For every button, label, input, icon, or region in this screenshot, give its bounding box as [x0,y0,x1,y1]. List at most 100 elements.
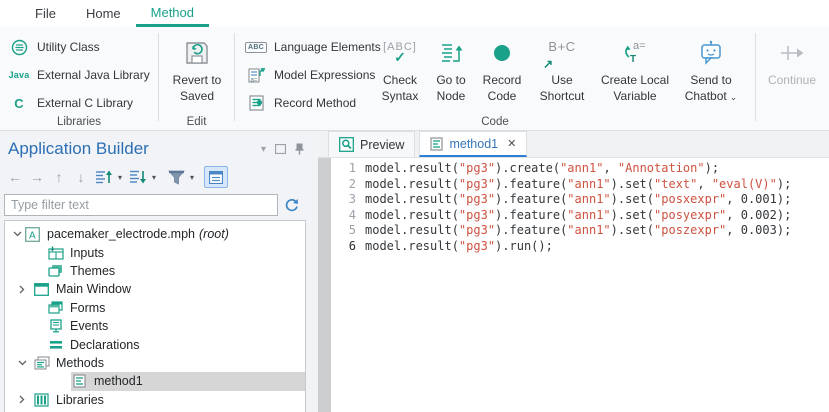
chatbot-icon [698,33,724,73]
panel-float-icon[interactable] [275,144,286,154]
send-to-chatbot-label: Send to Chatbot⌄ [678,73,744,104]
panel-menu-chevron-icon[interactable]: ▾ [261,144,266,155]
events-icon [47,319,64,333]
tree-item-label: Methods [56,356,104,370]
filter-input[interactable] [4,194,278,216]
code-editor[interactable]: 1model.result("pg3").create("ann1", "Ann… [318,158,829,412]
move-down-button[interactable]: ↓ [72,169,90,185]
ribbon-group-code: ABC Language Elements a= Model Expressio… [235,27,755,131]
continue-label: Continue [768,73,816,89]
create-local-variable-button[interactable]: a=T Create Local Variable [591,33,679,125]
line-number: 6 [331,239,365,255]
external-c-library-button[interactable]: C External C Library [8,91,133,115]
tree-item-method1[interactable]: method1 [5,372,305,390]
go-to-node-label: Go to Node [428,73,474,104]
model-tree: A pacemaker_electrode.mph (root) Inputs [4,220,306,412]
method-editor-panel: Preview method1 ✕ 1model.result("pg3").c… [318,131,829,412]
filter-button[interactable] [168,170,185,185]
revert-to-saved-button[interactable]: Revert to Saved [171,33,223,125]
line-number: 4 [331,208,365,224]
tree-item-label: pacemaker_electrode.mph [47,227,195,241]
send-to-chatbot-button[interactable]: Send to Chatbot⌄ [678,33,744,125]
language-elements-button[interactable]: ABC Language Elements [245,35,381,59]
svg-text:a=: a= [633,40,646,52]
chevron-collapsed-icon[interactable] [15,285,29,294]
tree-item-themes[interactable]: Themes [5,262,305,280]
line-number: 1 [331,161,365,177]
svg-text:A: A [29,230,36,241]
utility-class-icon [8,39,30,56]
go-to-node-icon [439,33,463,73]
expand-list-button[interactable] [94,169,113,185]
tree-item-suffix: (root) [199,227,229,241]
declarations-icon [47,340,64,350]
chevron-expanded-icon[interactable] [15,360,29,366]
ribbon: Utility Class Java External Java Library… [0,27,829,131]
forward-button[interactable]: → [28,169,46,185]
svg-text:T: T [630,54,636,65]
tree-item-label: Libraries [56,393,104,407]
forms-icon [47,301,64,315]
editor-tools-toggle-button[interactable] [204,166,228,188]
tree-item-label: Declarations [70,338,139,352]
method-document-icon [430,137,443,151]
tab-method[interactable]: Method [136,0,209,27]
code-line[interactable]: 1model.result("pg3").create("ann1", "Ann… [331,161,829,177]
use-shortcut-button[interactable]: B+C ↗ Use Shortcut [533,33,591,125]
go-to-node-button[interactable]: Go to Node [428,33,474,125]
tree-item-libraries[interactable]: Libraries [5,391,305,409]
tree-item-methods[interactable]: Methods [5,354,305,372]
record-code-button[interactable]: Record Code [476,33,528,125]
tree-item-main-window[interactable]: Main Window [5,280,305,298]
tree-item-forms[interactable]: Forms [5,299,305,317]
utility-class-button[interactable]: Utility Class [8,35,100,59]
continue-button[interactable]: Continue [761,33,823,125]
create-local-variable-icon: a= T [621,33,649,73]
tab-method1-label: method1 [449,137,498,151]
methods-icon [33,356,50,370]
tree-item-declarations[interactable]: Declarations [5,335,305,353]
code-line[interactable]: 3model.result("pg3").feature("ann1").set… [331,192,829,208]
code-text: model.result("pg3").feature("ann1").set(… [365,223,791,237]
chevron-collapsed-icon[interactable] [15,395,29,404]
use-shortcut-icon: B+C ↗ [548,33,575,73]
application-builder-panel: Application Builder ▾ ← → ↑ ↓ ▾ [0,131,308,412]
tree-item-label: method1 [94,374,143,388]
tree-item-inputs[interactable]: Inputs [5,243,305,261]
panel-title: Application Builder [8,139,261,159]
expand-list-dropdown-icon[interactable]: ▾ [118,173,122,182]
tab-method1[interactable]: method1 ✕ [419,131,527,157]
tab-home[interactable]: Home [71,0,136,27]
code-line[interactable]: 5model.result("pg3").feature("ann1").set… [331,223,829,239]
collapse-list-dropdown-icon[interactable]: ▾ [152,173,156,182]
tree-item-events[interactable]: Events [5,317,305,335]
preview-icon [339,137,354,152]
panel-pin-icon[interactable] [295,143,304,155]
external-java-library-button[interactable]: Java External Java Library [8,63,150,87]
tree-item-root[interactable]: A pacemaker_electrode.mph (root) [5,225,305,243]
code-line[interactable]: 6model.result("pg3").run(); [331,239,829,255]
refresh-icon[interactable] [278,198,304,213]
line-number: 3 [331,192,365,208]
code-line[interactable]: 2model.result("pg3").feature("ann1").set… [331,177,829,193]
group-label-libraries: Libraries [0,116,158,128]
tab-preview[interactable]: Preview [328,131,415,157]
tab-file[interactable]: File [20,0,71,27]
model-expressions-button[interactable]: a= Model Expressions [245,63,375,87]
inputs-icon [47,246,64,260]
chevron-expanded-icon[interactable] [10,231,24,237]
utility-class-label: Utility Class [37,40,100,54]
filter-dropdown-icon[interactable]: ▾ [190,173,194,182]
back-button[interactable]: ← [6,169,24,185]
check-syntax-button[interactable]: [ABC] ✓ Check Syntax [374,33,426,125]
move-up-button[interactable]: ↑ [50,169,68,185]
record-method-button[interactable]: Record Method [245,91,356,115]
check-syntax-icon: [ABC] ✓ [383,33,417,73]
ribbon-group-continue: Continue [756,27,829,131]
collapse-list-button[interactable] [128,169,147,185]
code-line[interactable]: 4model.result("pg3").feature("ann1").set… [331,208,829,224]
themes-icon [47,264,64,278]
application-window: File Home Method Utility Class Java Exte… [0,0,829,412]
chevron-down-icon: ⌄ [730,92,738,102]
close-icon[interactable]: ✕ [507,137,516,150]
